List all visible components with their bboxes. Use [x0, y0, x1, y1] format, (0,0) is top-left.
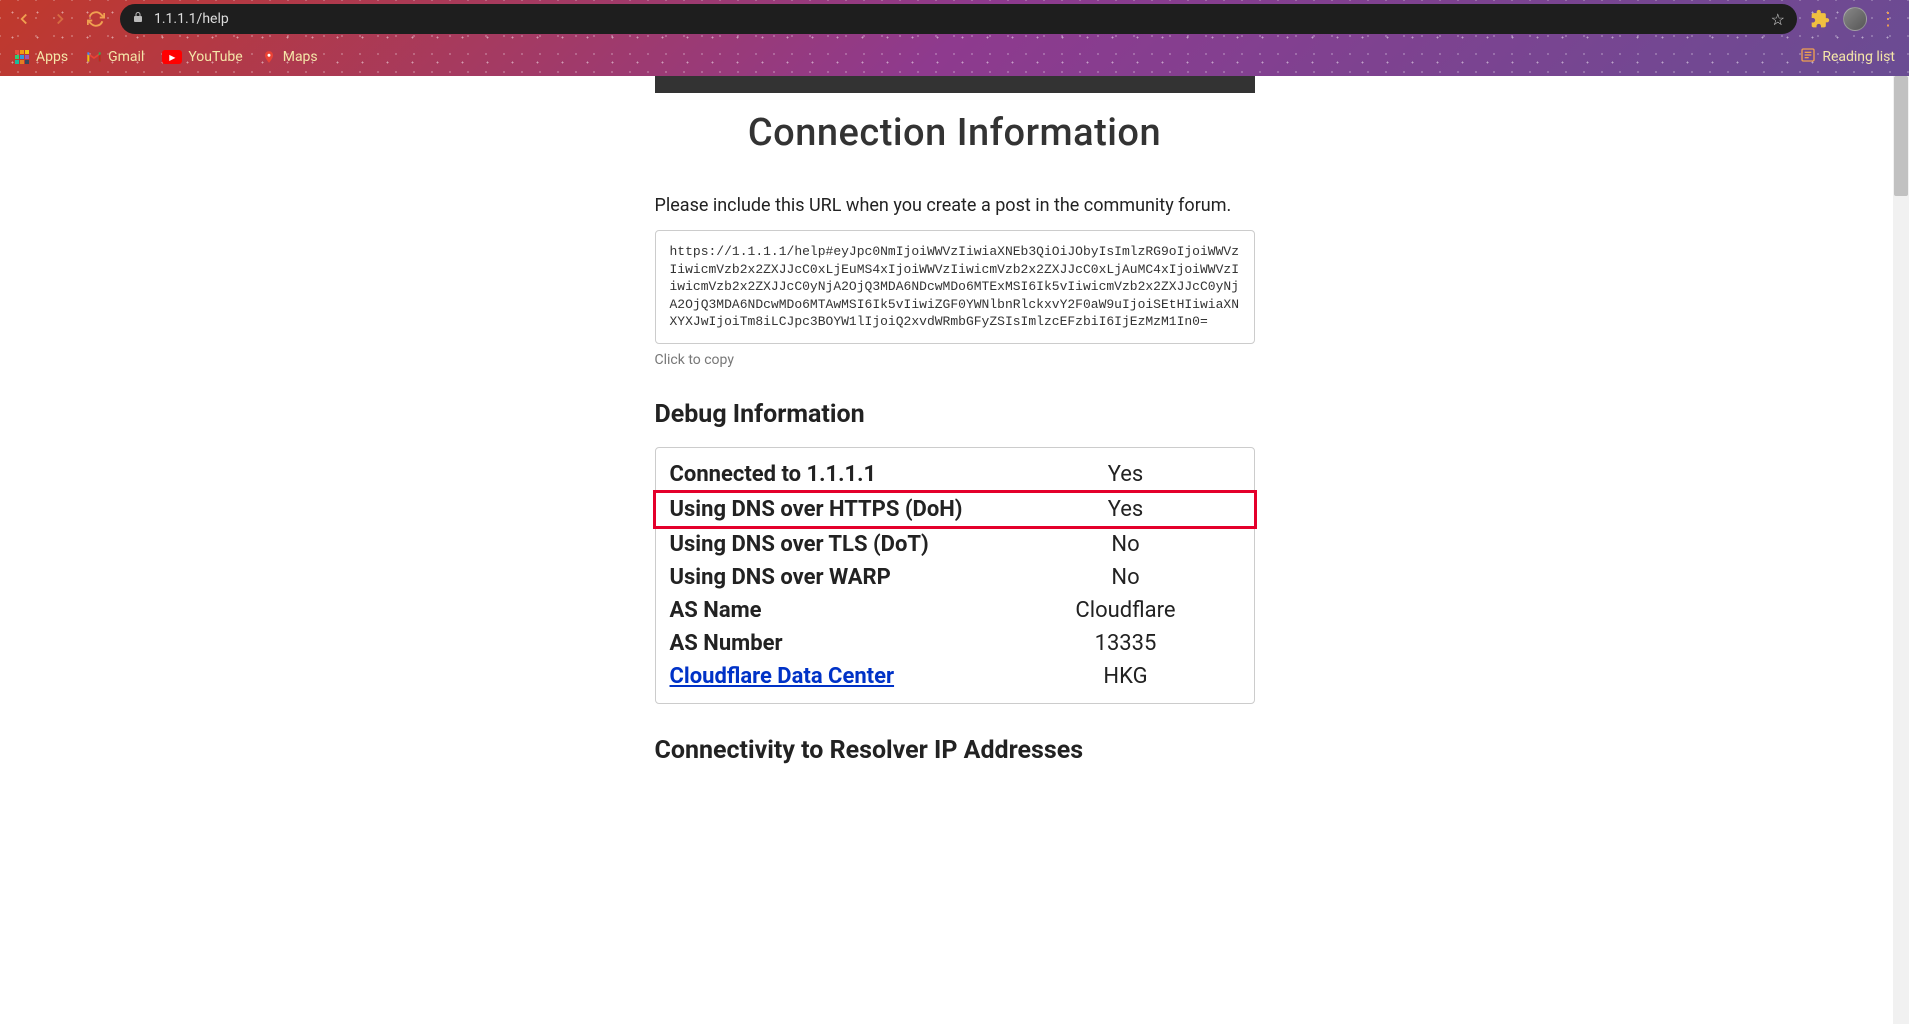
apps-icon: [14, 49, 30, 65]
page-title: Connection Information: [655, 111, 1255, 155]
debug-label: AS Name: [670, 598, 1012, 623]
scrollbar[interactable]: [1893, 76, 1909, 1024]
gmail-icon: [86, 49, 102, 65]
debug-row-datacenter: Cloudflare Data Center HKG: [656, 660, 1254, 693]
reading-list-icon: [1800, 47, 1816, 67]
debug-row-warp: Using DNS over WARP No: [656, 561, 1254, 594]
debug-section-title: Debug Information: [655, 400, 1255, 429]
connectivity-section-title: Connectivity to Resolver IP Addresses: [655, 736, 1255, 765]
bookmark-label: Gmail: [108, 49, 144, 65]
menu-button[interactable]: ⋮: [1879, 9, 1897, 30]
debug-value: Cloudflare: [1012, 598, 1240, 623]
debug-label: Using DNS over HTTPS (DoH): [670, 497, 1012, 522]
lock-icon: [132, 11, 144, 27]
profile-avatar[interactable]: [1843, 7, 1867, 31]
back-button[interactable]: [12, 7, 36, 31]
debug-row-asnumber: AS Number 13335: [656, 627, 1254, 660]
header-dark-bar: [655, 76, 1255, 93]
bookmarks-bar: Apps Gmail ▶ YouTube Maps Reading list: [0, 38, 1909, 76]
debug-value: 13335: [1012, 631, 1240, 656]
debug-table: Connected to 1.1.1.1 Yes Using DNS over …: [655, 447, 1255, 704]
debug-value: HKG: [1012, 664, 1240, 689]
forward-button[interactable]: [48, 7, 72, 31]
url-text: 1.1.1.1/help: [154, 11, 1761, 27]
bookmark-maps[interactable]: Maps: [261, 49, 318, 65]
maps-icon: [261, 49, 277, 65]
debug-label: AS Number: [670, 631, 1012, 656]
extensions-icon[interactable]: [1809, 8, 1831, 30]
browser-chrome: 1.1.1.1/help ☆ ⋮ Apps Gmail ▶ YouTube: [0, 0, 1909, 76]
bookmark-label: YouTube: [188, 49, 242, 65]
intro-text: Please include this URL when you create …: [655, 195, 1255, 216]
debug-row-doh: Using DNS over HTTPS (DoH) Yes: [653, 490, 1257, 529]
youtube-icon: ▶: [162, 50, 182, 64]
reload-button[interactable]: [84, 7, 108, 31]
debug-value: Yes: [1012, 497, 1240, 522]
bookmark-label: Maps: [283, 49, 318, 65]
star-icon[interactable]: ☆: [1771, 10, 1785, 29]
debug-value: No: [1012, 532, 1240, 557]
debug-row-connected: Connected to 1.1.1.1 Yes: [656, 458, 1254, 491]
scrollbar-thumb[interactable]: [1894, 76, 1908, 196]
debug-value: Yes: [1012, 462, 1240, 487]
reading-list-label: Reading list: [1822, 49, 1895, 65]
bookmark-gmail[interactable]: Gmail: [86, 49, 144, 65]
share-url-box[interactable]: https://1.1.1.1/help#eyJpc0NmIjoiWWVzIiw…: [655, 230, 1255, 344]
debug-row-asname: AS Name Cloudflare: [656, 594, 1254, 627]
debug-row-dot: Using DNS over TLS (DoT) No: [656, 528, 1254, 561]
page-body: Connection Information Please include th…: [0, 76, 1909, 813]
debug-label: Connected to 1.1.1.1: [670, 462, 1012, 487]
debug-value: No: [1012, 565, 1240, 590]
debug-label: Using DNS over WARP: [670, 565, 1012, 590]
bookmark-label: Apps: [36, 49, 68, 65]
copy-hint: Click to copy: [655, 352, 1255, 368]
datacenter-link[interactable]: Cloudflare Data Center: [670, 664, 1012, 689]
bookmark-apps[interactable]: Apps: [14, 49, 68, 65]
reading-list-button[interactable]: Reading list: [1800, 47, 1895, 67]
address-bar[interactable]: 1.1.1.1/help ☆: [120, 4, 1797, 34]
debug-label: Using DNS over TLS (DoT): [670, 532, 1012, 557]
nav-toolbar: 1.1.1.1/help ☆ ⋮: [0, 0, 1909, 38]
bookmark-youtube[interactable]: ▶ YouTube: [162, 49, 242, 65]
